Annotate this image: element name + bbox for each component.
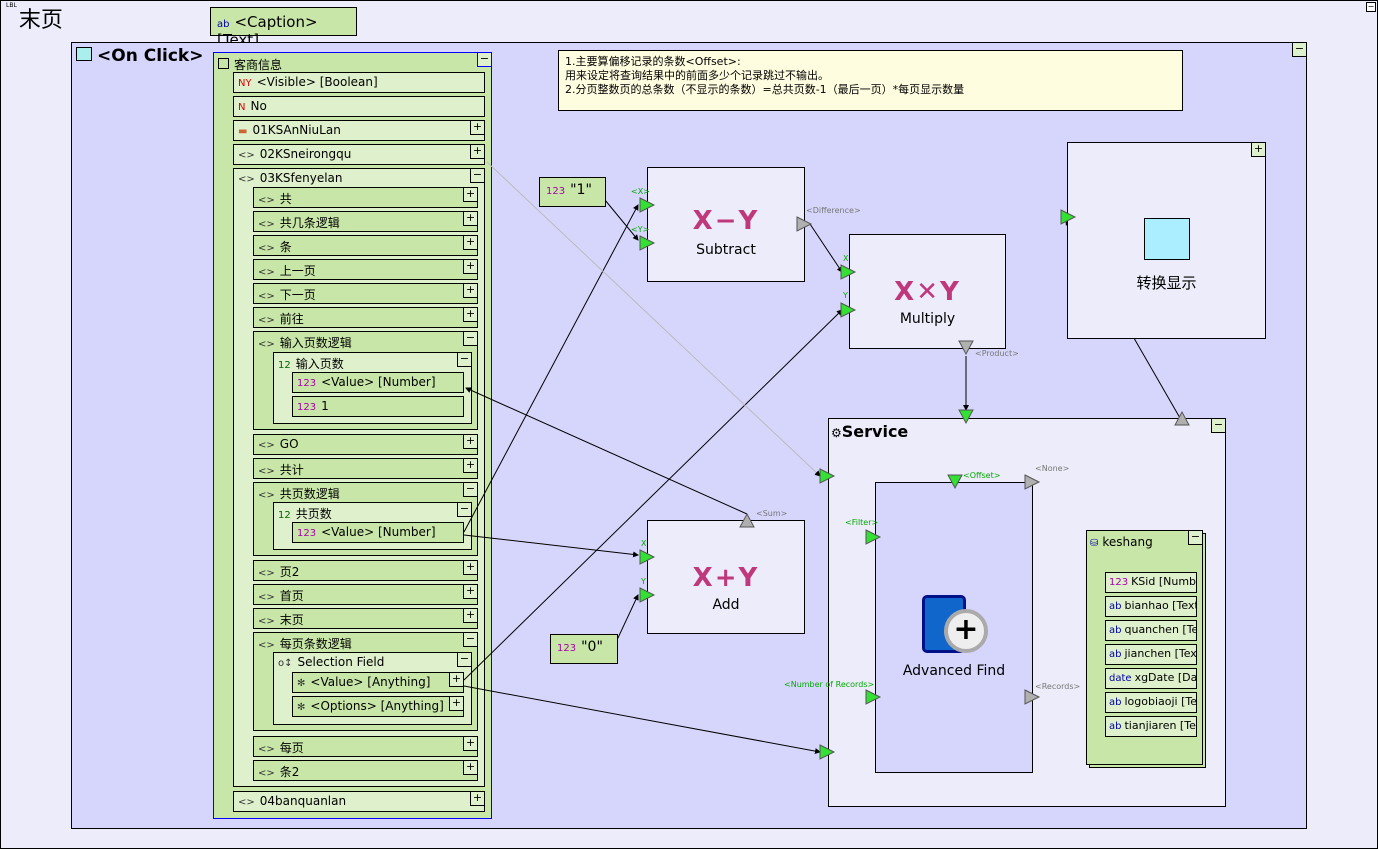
connector-port[interactable]: [865, 689, 882, 705]
connector-port[interactable]: [1174, 410, 1190, 426]
connector-port[interactable]: [819, 744, 836, 760]
connector-port[interactable]: [739, 512, 755, 528]
connector-port[interactable]: [947, 474, 963, 490]
connector-port[interactable]: [639, 197, 656, 213]
connector-port[interactable]: [958, 340, 974, 356]
connector-port[interactable]: [796, 216, 813, 232]
connector-port[interactable]: [819, 468, 836, 484]
connector-port[interactable]: [1024, 474, 1041, 490]
connector-port[interactable]: [639, 587, 656, 603]
connector-port[interactable]: [1060, 209, 1077, 225]
connector-port[interactable]: [840, 264, 857, 280]
connector-port[interactable]: [840, 302, 857, 318]
connector-port[interactable]: [639, 549, 656, 565]
connector-port[interactable]: [958, 409, 974, 425]
connector-port[interactable]: [639, 235, 656, 251]
ports-layer: [639, 197, 1190, 760]
connector-port[interactable]: [1024, 689, 1041, 705]
connector-port[interactable]: [865, 529, 882, 545]
